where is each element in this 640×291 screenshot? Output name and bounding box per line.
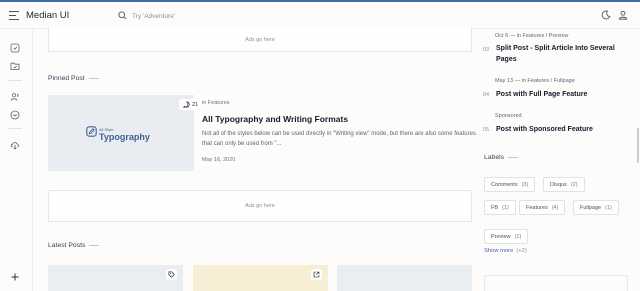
pinned-post-heading: Pinned Post	[48, 75, 99, 82]
thumbnail-title: Typography	[99, 132, 150, 142]
popular-post-meta: Oct 6 — in Features / Preview	[495, 33, 569, 39]
sidebar-divider	[8, 128, 22, 129]
site-title[interactable]: Median UI	[26, 10, 69, 21]
latest-post-card[interactable]	[48, 265, 183, 291]
comment-count-badge[interactable]: 21	[179, 99, 203, 110]
hamburger-icon[interactable]	[9, 11, 19, 20]
label-chip[interactable]: Preview (1)	[484, 229, 529, 244]
left-sidebar	[0, 30, 33, 291]
section-divider-line	[508, 156, 519, 158]
comment-icon	[183, 101, 190, 108]
ad-slot-top: Ads go here	[48, 28, 472, 52]
show-more-count: (+2)	[516, 248, 527, 254]
label-name: Comments	[491, 181, 518, 188]
label-name: Features	[526, 204, 548, 211]
show-more-text: Show more	[484, 248, 514, 254]
post-snippet: Not all of the styles below can be used …	[202, 131, 476, 147]
inbox-icon[interactable]	[10, 110, 20, 120]
section-divider-line	[89, 244, 100, 246]
pen-logo-icon	[86, 126, 97, 137]
show-more-link[interactable]: Show more (+2)	[484, 248, 527, 254]
cloud-download-icon[interactable]	[10, 140, 20, 150]
comment-count: 21	[192, 101, 199, 108]
label-count: (1)	[514, 233, 522, 240]
label-name: Preview	[491, 233, 511, 240]
sidebar-divider	[8, 80, 22, 81]
search-input[interactable]	[132, 10, 252, 22]
external-link-button[interactable]	[311, 269, 322, 280]
label-name: Fullpage	[580, 204, 602, 211]
label-count: (3)	[521, 181, 529, 188]
main-content: Ads go here Pinned Post All Style Typogr…	[33, 28, 476, 291]
label-chip[interactable]: Disqus (2)	[543, 177, 585, 192]
ad-slot-middle: Ads go here	[48, 190, 472, 222]
plus-icon[interactable]	[10, 272, 20, 282]
label-count: (1)	[605, 204, 612, 211]
user-icon[interactable]	[618, 10, 628, 20]
external-link-icon	[313, 271, 320, 278]
labels-heading: Labels	[484, 154, 519, 161]
latest-posts-title-text: Latest Posts	[48, 242, 86, 249]
label-chip[interactable]: FB (1)	[484, 200, 516, 215]
label-name: FB	[491, 204, 499, 211]
popular-post-title[interactable]: Post with Full Page Feature	[496, 90, 628, 101]
section-divider-line	[88, 77, 99, 79]
tag-icon	[168, 271, 175, 278]
label-count: (2)	[570, 181, 578, 188]
tag-button[interactable]	[166, 269, 177, 280]
moon-icon[interactable]	[601, 10, 611, 20]
popular-post-title[interactable]: Split Post - Split Article Into Several …	[496, 44, 628, 65]
search-icon[interactable]	[118, 11, 127, 20]
latest-post-card[interactable]	[337, 265, 472, 291]
folder-check-icon[interactable]	[10, 61, 20, 71]
label-chip[interactable]: Comments (3)	[484, 177, 536, 192]
post-title[interactable]: All Typography and Writing Formats	[202, 114, 348, 124]
folder-icon[interactable]	[10, 43, 20, 53]
label-count: (4)	[551, 204, 559, 211]
right-sidebar: Oct 6 — in Features / Preview 03 Split P…	[476, 30, 640, 291]
popular-post-number: 03	[483, 47, 490, 53]
page-scrollbar[interactable]	[636, 30, 640, 291]
sidebar-widget-box	[484, 275, 628, 291]
label-chip[interactable]: Fullpage (1)	[573, 200, 619, 215]
popular-post-meta: Sponsored	[495, 113, 522, 119]
header: Median UI	[0, 2, 640, 29]
labels-title-text: Labels	[484, 154, 505, 161]
latest-post-card[interactable]	[193, 265, 328, 291]
popular-post-meta: May 13 — in Features / Fullpage	[495, 78, 575, 84]
label-name: Disqus	[550, 181, 567, 188]
users-icon[interactable]	[10, 92, 20, 102]
popular-post-number: 05	[483, 127, 490, 133]
popular-post-title[interactable]: Post with Sponsored Feature	[496, 125, 628, 136]
pinned-post-title-text: Pinned Post	[48, 75, 85, 82]
label-count: (1)	[502, 204, 509, 211]
post-date: May 16, 2020	[202, 157, 236, 163]
latest-posts-heading: Latest Posts	[48, 242, 100, 249]
popular-post-number: 04	[483, 92, 490, 98]
post-category[interactable]: in Features	[202, 100, 230, 106]
scrollbar-thumb[interactable]	[637, 128, 639, 163]
label-chip[interactable]: Features (4)	[519, 200, 566, 215]
pinned-post-thumbnail[interactable]: All Style Typography 21	[48, 95, 203, 171]
